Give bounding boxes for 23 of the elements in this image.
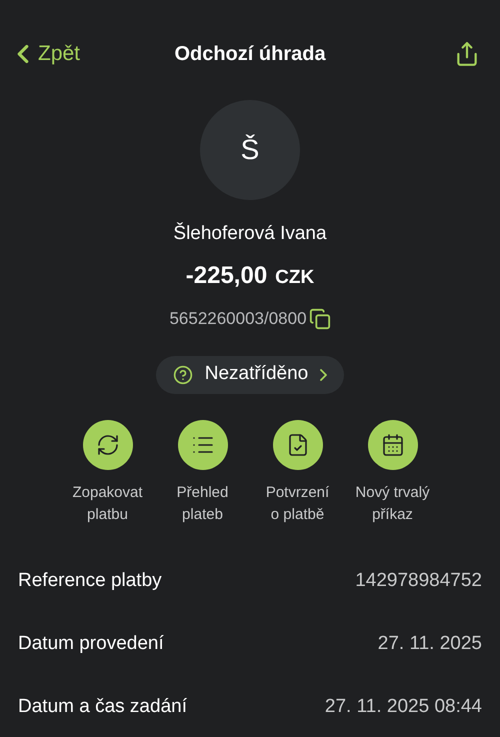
question-icon bbox=[172, 364, 193, 384]
action-button[interactable]: Zopakovat platbu bbox=[64, 420, 152, 526]
category-chip[interactable]: Nezatříděno bbox=[156, 356, 344, 394]
detail-value: 27. 11. 2025 bbox=[378, 632, 482, 656]
action-button[interactable]: Nový trvalý příkaz bbox=[348, 420, 436, 526]
refresh-icon bbox=[96, 432, 120, 456]
amount: -225,00 bbox=[186, 261, 268, 291]
detail-value: 142978984752 bbox=[355, 568, 482, 593]
detail-label: Datum provedení bbox=[18, 632, 164, 656]
copy-icon[interactable] bbox=[308, 308, 331, 330]
screen-title: Odchozí úhrada bbox=[174, 42, 326, 67]
calendar-icon bbox=[380, 432, 404, 456]
back-button[interactable]: Zpět bbox=[8, 38, 118, 70]
account-number: 5652260003/0800 bbox=[169, 308, 307, 330]
detail-label: Reference platby bbox=[18, 568, 162, 593]
chevron-right-icon bbox=[320, 368, 328, 380]
avatar: Š bbox=[200, 100, 300, 200]
detail-label: Datum a čas zadání bbox=[18, 694, 187, 719]
action-button[interactable]: Přehled plateb bbox=[158, 420, 246, 526]
detail-value: 27. 11. 2025 08:44 bbox=[324, 694, 482, 719]
currency: CZK bbox=[275, 266, 314, 290]
counterparty-name: Šlehoferová Ivana bbox=[173, 221, 327, 246]
action-button[interactable]: Potvrzení o platbě bbox=[254, 420, 342, 526]
